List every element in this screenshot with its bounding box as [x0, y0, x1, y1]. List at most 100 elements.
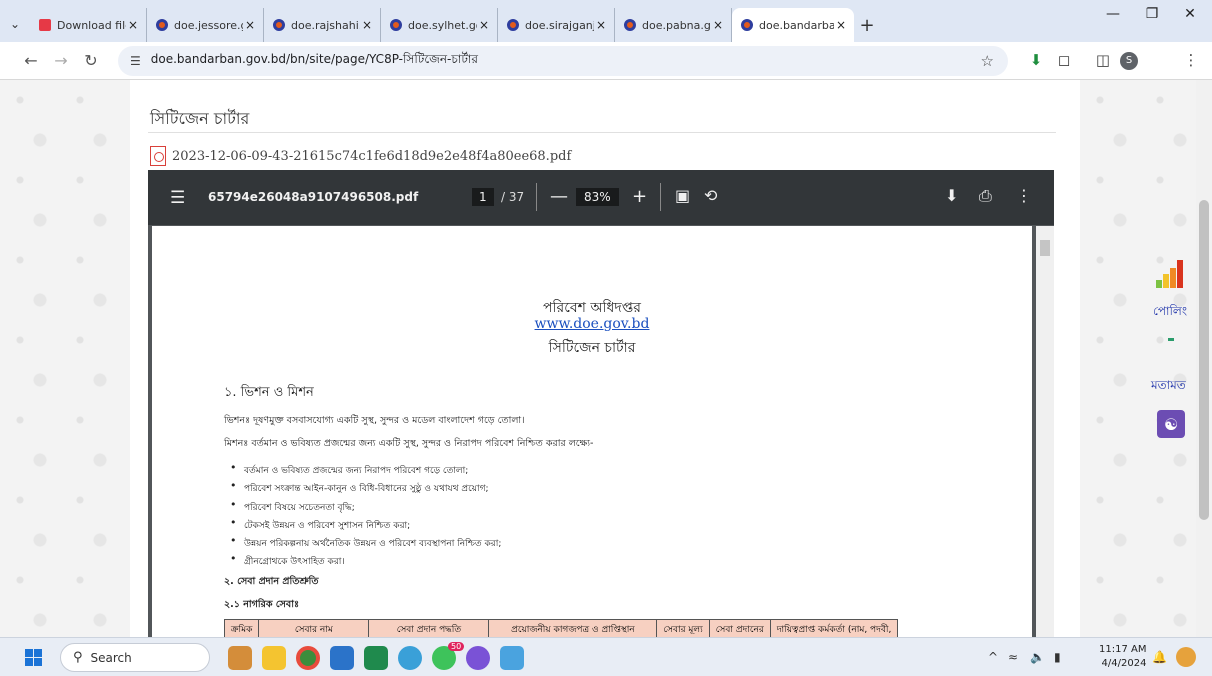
tab-search-dropdown[interactable]: ⌄ — [0, 6, 30, 42]
window-close-icon[interactable]: ✕ — [1170, 6, 1210, 22]
pdf-scroll-thumb[interactable] — [1040, 240, 1050, 256]
download-pdf-icon[interactable]: ⬇ — [945, 186, 958, 205]
taskbar-search[interactable]: ⚲ Search — [60, 643, 210, 672]
new-tab-button[interactable]: + — [854, 8, 880, 42]
address-bar[interactable]: ☰ doe.bandarban.gov.bd/bn/site/page/YC8P… — [118, 46, 1008, 76]
rotate-icon[interactable]: ⟲ — [704, 186, 717, 205]
page-number-input[interactable]: 1 — [472, 188, 494, 206]
doe-favicon — [624, 19, 636, 31]
fit-page-icon[interactable]: ▣ — [675, 186, 690, 205]
bookmark-star-icon[interactable]: ☆ — [981, 52, 994, 70]
doe-favicon — [390, 19, 402, 31]
windows-start-icon[interactable] — [25, 649, 42, 666]
menu-icon[interactable]: ☰ — [170, 188, 185, 208]
table-header: ক্রমিক — [223, 619, 260, 637]
close-tab-icon[interactable]: × — [834, 18, 848, 32]
pdf-viewer-filename: 65794e26048a9107496508.pdf — [208, 190, 419, 204]
toolbar-separator — [536, 183, 537, 211]
tab-doe-sylhet[interactable]: doe.sylhet.gov × — [381, 8, 498, 42]
pdf-scrollbar[interactable] — [1036, 226, 1054, 637]
zoom-input[interactable]: 83% — [576, 188, 619, 206]
clock-date: 4/4/2024 — [1101, 658, 1147, 669]
forward-arrow-icon[interactable]: → — [46, 51, 76, 70]
doe-favicon — [507, 19, 519, 31]
pdf-filename[interactable]: 2023-12-06-09-43-21615c74c1fe6d18d9e2e48… — [172, 149, 571, 164]
widgets-icon[interactable] — [228, 646, 252, 670]
doe-favicon — [156, 19, 168, 31]
side-panel-icon[interactable]: ◫ — [1092, 51, 1114, 69]
doc-vision: ভিশনঃ দূষণমুক্ত বসবাসযোগ্য একটি সুস্থ, স… — [224, 415, 525, 426]
speaker-icon[interactable]: 🔈 — [1030, 650, 1045, 664]
back-arrow-icon[interactable]: ← — [16, 51, 46, 70]
notepad-icon[interactable] — [500, 646, 524, 670]
close-tab-icon[interactable]: × — [360, 18, 374, 32]
page-scrollbar[interactable] — [1196, 80, 1212, 637]
pdf-link[interactable]: 2023-12-06-09-43-21615c74c1fe6d18d9e2e48… — [150, 146, 571, 166]
list-item: গ্রীনগ্রোথকে উৎসাহিত করা। — [230, 552, 345, 569]
pdf-toolbar: ☰ 65794e26048a9107496508.pdf 1 / 37 — 83… — [148, 170, 1054, 225]
tab-doe-jessore[interactable]: doe.jessore.g × — [147, 8, 264, 42]
table-header: সেবা প্রদানের — [708, 619, 771, 637]
chrome-icon[interactable] — [296, 646, 320, 670]
tab-download-file[interactable]: Download file × — [30, 8, 147, 42]
doc-section-1: ১. ভিশন ও মিশন — [224, 385, 314, 400]
file-explorer-icon[interactable] — [262, 646, 286, 670]
close-tab-icon[interactable]: × — [594, 18, 608, 32]
word-icon[interactable] — [330, 646, 354, 670]
table-header-row: ক্রমিক সেবার নাম সেবা প্রদান পদ্ধতি প্রয… — [223, 619, 899, 637]
doc-title: সিটিজেন চার্টার — [548, 340, 636, 356]
poll-link[interactable]: পোলিং — [1153, 303, 1187, 323]
battery-icon[interactable]: ▮ — [1054, 650, 1061, 664]
excel-icon[interactable] — [364, 646, 388, 670]
search-placeholder: Search — [90, 650, 132, 665]
doc-website[interactable]: www.doe.gov.bd — [535, 316, 650, 332]
table-header: সেবা প্রদান পদ্ধতি — [368, 619, 490, 637]
tab-doe-bandarban[interactable]: doe.bandarba × — [732, 8, 854, 42]
zoom-out-icon[interactable]: — — [550, 186, 568, 207]
table-header: সেবার নাম — [258, 619, 370, 637]
citizen-service-table: ক্রমিক সেবার নাম সেবা প্রদান পদ্ধতি প্রয… — [223, 619, 899, 637]
accessibility-icon[interactable]: ☯ — [1157, 410, 1185, 438]
close-tab-icon[interactable]: × — [477, 18, 491, 32]
close-tab-icon[interactable]: × — [711, 18, 725, 32]
notification-bell-icon[interactable]: 🔔 — [1152, 650, 1167, 664]
feedback-link[interactable]: মতামত — [1151, 377, 1186, 397]
close-tab-icon[interactable]: × — [126, 18, 140, 32]
site-settings-icon[interactable]: ☰ — [130, 54, 141, 68]
main-content: সিটিজেন চার্টার 2023-12-06-09-43-21615c7… — [130, 80, 1080, 637]
page-scroll-thumb[interactable] — [1199, 200, 1209, 520]
zoom-in-icon[interactable]: + — [632, 186, 647, 207]
right-decorative-border — [1080, 80, 1196, 637]
clock[interactable]: 11:17 AM 4/4/2024 — [1099, 643, 1146, 671]
url-text: doe.bandarban.gov.bd/bn/site/page/YC8P-স… — [150, 52, 478, 66]
page-total: / 37 — [501, 190, 525, 204]
toolbar-separator — [660, 183, 661, 211]
more-options-icon[interactable]: ⋮ — [1016, 186, 1032, 205]
tab-doe-rajshahi[interactable]: doe.rajshahi.g × — [264, 8, 381, 42]
minimize-icon[interactable]: — — [1093, 6, 1133, 22]
weather-icon[interactable] — [1176, 647, 1196, 667]
tab-doe-sirajganj[interactable]: doe.sirajganj. × — [498, 8, 615, 42]
download-icon[interactable]: ⬇ — [1025, 51, 1047, 69]
pdf-viewer: ☰ 65794e26048a9107496508.pdf 1 / 37 — 83… — [148, 170, 1054, 637]
profile-avatar[interactable]: S — [1120, 52, 1138, 70]
doe-favicon — [273, 19, 285, 31]
doc-website-link[interactable]: www.doe.gov.bd — [152, 316, 1032, 332]
wifi-icon[interactable]: ≈ — [1008, 650, 1018, 664]
print-icon[interactable]: ⎙ — [979, 186, 992, 206]
separator-mark — [1168, 338, 1174, 341]
reload-icon[interactable]: ↻ — [76, 51, 106, 70]
edge-icon[interactable] — [398, 646, 422, 670]
pdf-icon — [150, 146, 166, 166]
list-item: বর্তমান ও ভবিষ্যত প্রজন্মের জন্য নিরাপদ … — [230, 461, 468, 478]
tab-doe-pabna[interactable]: doe.pabna.go × — [615, 8, 732, 42]
tab-bar: ⌄ Download file × doe.jessore.g × doe.ra… — [0, 0, 1212, 42]
close-tab-icon[interactable]: × — [243, 18, 257, 32]
table-header: সেবার মূল্য — [656, 619, 710, 637]
poll-chart-icon[interactable] — [1156, 258, 1190, 288]
restore-icon[interactable]: ❐ — [1132, 6, 1172, 22]
chevron-up-icon[interactable]: ^ — [988, 650, 998, 664]
messenger-icon[interactable] — [466, 646, 490, 670]
extensions-icon[interactable]: ◻ — [1053, 51, 1075, 69]
more-menu-icon[interactable]: ⋮ — [1180, 51, 1202, 69]
